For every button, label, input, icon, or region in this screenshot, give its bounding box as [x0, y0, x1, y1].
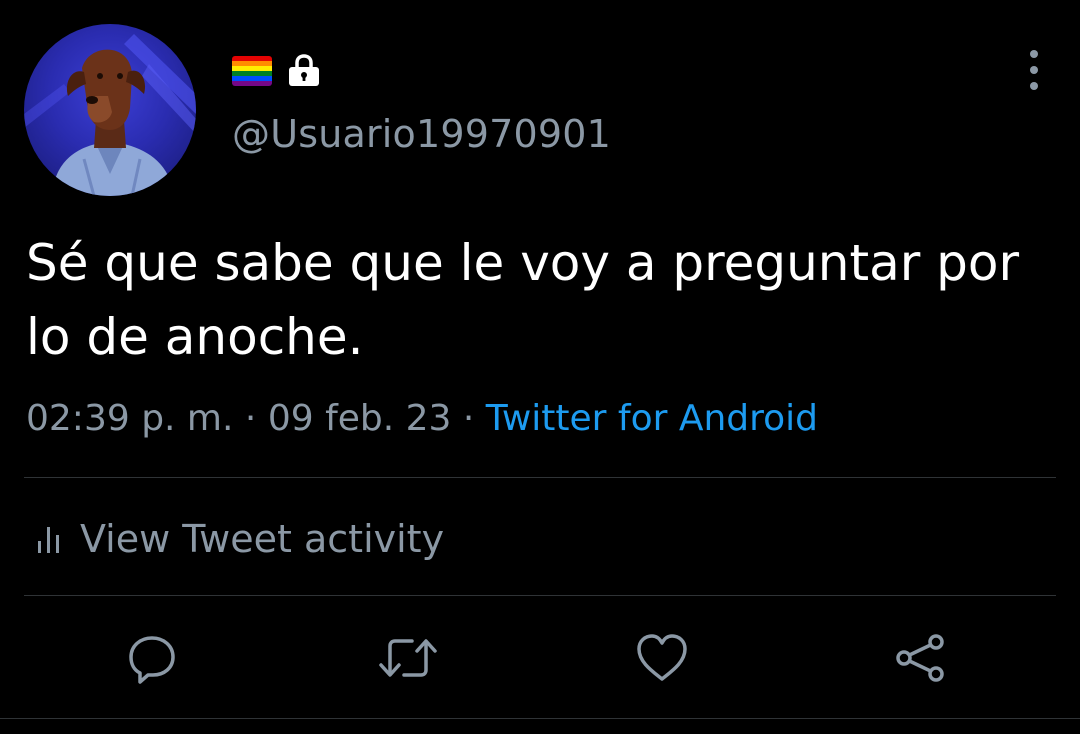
- share-icon: [896, 634, 944, 682]
- more-dot: [1030, 50, 1038, 58]
- tweet-text: Sé que sabe que le voy a preguntar por l…: [26, 234, 1020, 366]
- lock-icon: [286, 52, 322, 88]
- meta-separator: ·: [244, 398, 257, 439]
- reply-button[interactable]: [122, 628, 182, 688]
- view-tweet-activity-button[interactable]: View Tweet activity: [36, 512, 444, 566]
- activity-label: View Tweet activity: [80, 517, 445, 561]
- like-icon: [637, 634, 687, 681]
- tweet-time: 02:39 p. m.: [26, 398, 234, 439]
- retweet-button[interactable]: [378, 628, 438, 688]
- divider: [24, 477, 1056, 478]
- dog-avatar-icon: [24, 34, 196, 196]
- reply-icon: [129, 636, 175, 684]
- tweet-date: 09 feb. 23: [267, 398, 452, 439]
- avatar[interactable]: [24, 24, 196, 196]
- user-handle[interactable]: @Usuario19970901: [232, 112, 611, 156]
- meta-separator: ·: [462, 398, 475, 439]
- bottom-divider: [0, 718, 1080, 719]
- activity-bars-icon: [36, 525, 64, 553]
- retweet-icon: [379, 639, 437, 677]
- tweet-detail: @Usuario19970901 Sé que sabe que le voy …: [0, 0, 1080, 734]
- divider: [24, 595, 1056, 596]
- tweet-source-link[interactable]: Twitter for Android: [486, 398, 818, 439]
- more-dot: [1030, 66, 1038, 74]
- share-button[interactable]: [890, 628, 950, 688]
- more-options-icon[interactable]: [1018, 50, 1050, 90]
- more-dot: [1030, 82, 1038, 90]
- rainbow-flag-icon: [232, 56, 272, 86]
- tweet-meta: 02:39 p. m. · 09 feb. 23 · Twitter for A…: [26, 394, 818, 444]
- like-button[interactable]: [632, 628, 692, 688]
